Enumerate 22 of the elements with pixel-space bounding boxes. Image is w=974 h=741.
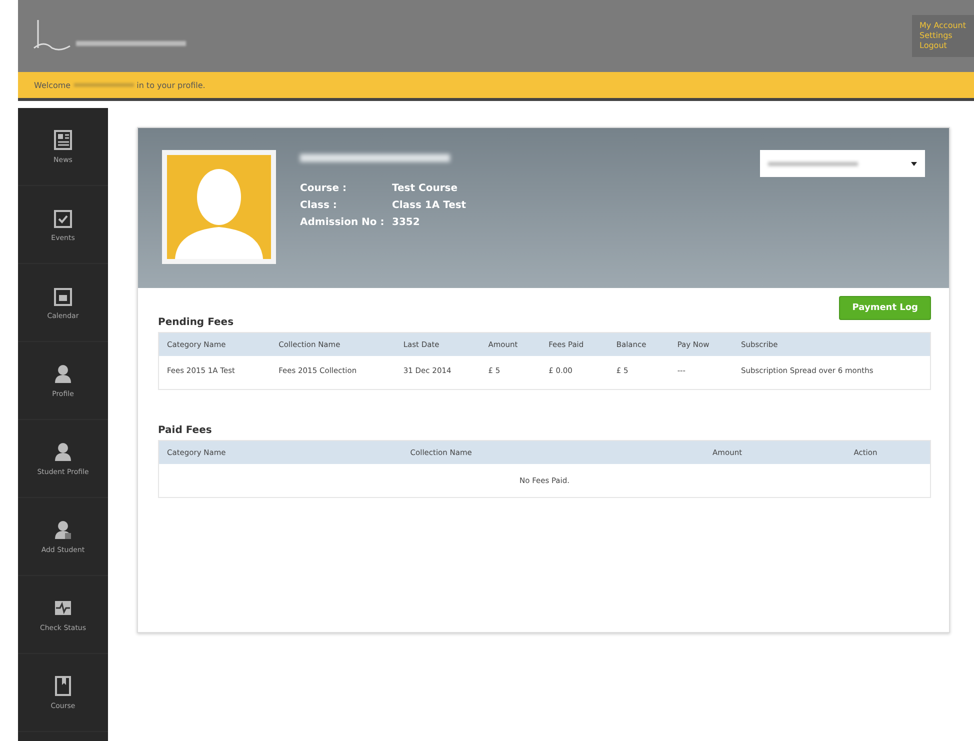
calendar-icon (54, 286, 72, 306)
field-label: Class : (300, 199, 338, 213)
student-select[interactable] (760, 150, 925, 177)
field-label: Admission No : (300, 216, 386, 230)
newspaper-icon (54, 130, 72, 150)
field-value: Class 1A Test (392, 199, 466, 213)
redacted-name (74, 83, 134, 87)
header-link[interactable]: My Account (920, 21, 966, 31)
field-value: Test Course (392, 182, 458, 196)
welcome-text: in to your profile. (136, 80, 206, 90)
person-icon (54, 364, 72, 384)
calendar-check-icon (54, 208, 72, 228)
welcome-text: Welcome (34, 80, 71, 90)
field-value: 3352 (392, 216, 420, 230)
field-label: Course : (300, 182, 348, 196)
person-add-icon (54, 520, 72, 540)
header-link[interactable]: Settings (920, 31, 966, 41)
section-title: Paid Fees (158, 425, 212, 436)
header-link[interactable]: Logout (920, 41, 966, 51)
book-icon (54, 676, 72, 696)
section-title: Pending Fees (158, 317, 234, 328)
person-icon (54, 442, 72, 462)
